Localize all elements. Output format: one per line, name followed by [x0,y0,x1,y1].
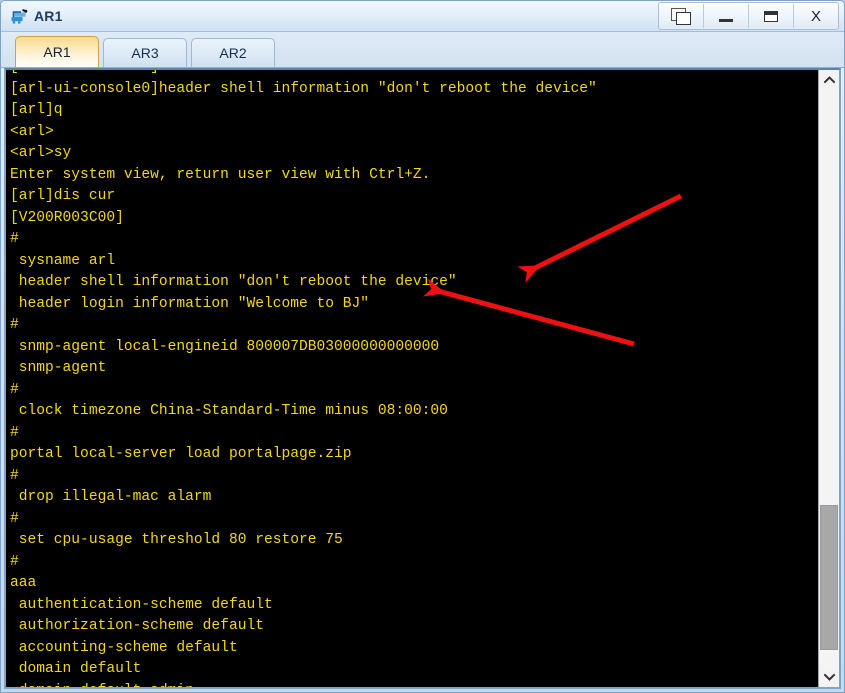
minimize-button[interactable] [704,4,749,28]
console-line: accounting-scheme default [10,639,238,656]
console-line: [V200R003C00] [10,209,124,226]
chevron-down-icon [823,673,835,681]
tab-ar1[interactable]: AR1 [15,36,99,67]
console-line: snmp-agent local-engineid 800007DB030000… [10,338,440,355]
console-line: authentication-scheme default [10,596,273,613]
tab-label: AR1 [43,44,71,60]
console-line: snmp-agent [10,360,107,376]
close-button[interactable]: X [794,4,838,28]
console-line: header shell information "don't reboot t… [10,274,457,290]
terminal-window: AR1 X AR1 AR3 AR2 [arl-ui-console0]heade… [0,0,845,693]
tab-ar2[interactable]: AR2 [191,38,275,67]
device-tab-bar: AR1 AR3 AR2 [1,32,844,68]
vertical-scrollbar[interactable] [818,70,839,687]
console-line: # [10,381,19,398]
console-line: drop illegal-mac alarm [10,489,212,505]
restore-cascade-button[interactable] [659,4,704,28]
console-line: [arl-ui-console0]header shell inform [10,70,818,79]
window-title: AR1 [34,8,63,24]
console-output[interactable]: [arl-ui-console0]header shell inform[arl… [6,70,818,688]
console-line: [arl-ui-console0]header shell informatio… [10,80,597,97]
console-line: aaa [10,575,37,591]
tab-label: AR3 [131,45,159,61]
console-line: # [10,553,19,570]
console-area: [arl-ui-console0]header shell inform[arl… [4,68,841,689]
console-line: domain default_admin [10,681,818,688]
maximize-icon [764,10,778,22]
window-titlebar: AR1 X [1,1,844,32]
minimize-icon [719,18,733,22]
console-line: portal local-server load portalpage.zip [10,446,352,462]
chevron-up-icon [823,76,835,84]
console-line: clock timezone China-Standard-Time minus… [10,403,448,419]
console-line: domain default [10,661,142,677]
cascade-windows-icon [671,8,691,25]
close-icon: X [810,7,821,25]
tab-label: AR2 [219,45,247,61]
console-line: authorization-scheme default [10,618,264,634]
router-device-icon [9,6,29,26]
console-line: # [10,317,19,333]
tab-ar3[interactable]: AR3 [103,38,187,67]
console-line: <arl> [10,123,54,140]
console-line: # [10,424,19,441]
console-line: Enter system view, return user view with… [10,166,431,183]
scroll-down-button[interactable] [819,667,839,687]
console-line: [arl]dis cur [10,188,116,204]
window-controls: X [658,2,839,30]
maximize-button[interactable] [749,4,794,28]
console-line: <arl>sy [10,145,72,161]
console-line: # [10,510,19,527]
console-line: header login information "Welcome to BJ" [10,295,370,312]
console-line: [arl]q [10,102,63,118]
scroll-up-button[interactable] [819,70,839,90]
console-line: set cpu-usage threshold 80 restore 75 [10,532,343,548]
scrollbar-thumb[interactable] [820,505,838,650]
console-line: sysname arl [10,252,116,269]
console-line: # [10,231,19,247]
scrollbar-track[interactable] [819,90,839,667]
console-line: # [10,467,19,484]
